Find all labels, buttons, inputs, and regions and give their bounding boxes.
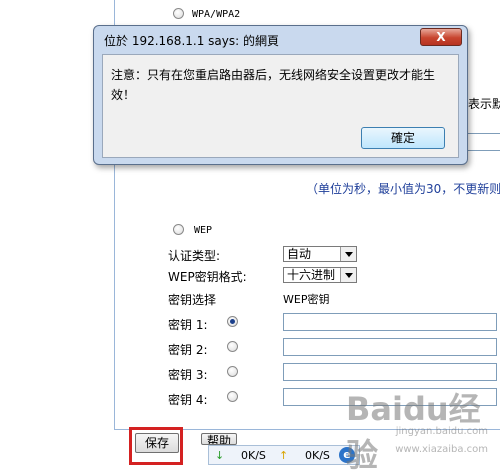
default-hint-text: 表示默认	[468, 97, 500, 111]
key-1-input[interactable]	[283, 313, 497, 331]
router-settings-page: WPA/WPA2 表示默认 （单位为秒，最小值为30，不更新则为 WEP 认证类…	[0, 0, 500, 474]
chevron-down-icon	[340, 247, 356, 261]
upload-speed: 0K/S	[305, 449, 330, 462]
save-button-highlight	[129, 427, 183, 465]
interval-hint: （单位为秒，最小值为30，不更新则为	[306, 182, 500, 196]
key-2-input[interactable]	[283, 338, 497, 356]
auth-type-label: 认证类型:	[168, 249, 221, 263]
auth-type-value: 自动	[287, 247, 312, 261]
dialog-title: 位於 192.168.1.1 says: 的網頁	[104, 34, 279, 48]
key-2-label: 密钥 2:	[168, 343, 208, 357]
wep-label: WEP	[194, 225, 213, 236]
dialog-message: 注意：只有在您重启路由器后，无线网络安全设置更改才能生效！	[111, 68, 436, 102]
watermark-sub2: www.xiazaiba.com	[395, 444, 488, 455]
alert-dialog: 位於 192.168.1.1 says: 的網頁 X 注意：只有在您重启路由器后…	[93, 25, 468, 165]
watermark-sub: jingyan.baidu.com	[395, 426, 488, 437]
key-3-radio[interactable]	[227, 366, 238, 377]
key-format-value: 十六进制	[287, 268, 336, 282]
wep-key-header: WEP密钥	[283, 293, 330, 306]
dialog-body: 注意：只有在您重启路由器后，无线网络安全设置更改才能生效！ 確定	[102, 54, 459, 158]
key-3-label: 密钥 3:	[168, 368, 208, 382]
download-speed: 0K/S	[241, 449, 266, 462]
watermark: Baidu经验 jingyan.baidu.com www.xiazaiba.c…	[346, 378, 496, 474]
upload-arrow-icon: ↑	[279, 449, 289, 462]
chevron-down-icon	[340, 268, 356, 282]
key-2-radio[interactable]	[227, 341, 238, 352]
key-1-radio[interactable]	[227, 316, 238, 327]
key-select-label: 密钥选择	[168, 293, 217, 307]
help-button[interactable]: 帮助	[201, 433, 237, 445]
key-format-label: WEP密钥格式:	[168, 270, 247, 284]
key-1-label: 密钥 1:	[168, 318, 208, 332]
wpa-radio[interactable]	[173, 8, 184, 19]
key-4-label: 密钥 4:	[168, 393, 208, 407]
close-button[interactable]: X	[420, 28, 462, 46]
wep-radio[interactable]	[173, 224, 184, 235]
download-arrow-icon: ↓	[215, 449, 225, 462]
wpa-label: WPA/WPA2	[192, 9, 241, 20]
ok-button[interactable]: 確定	[361, 127, 445, 149]
speed-statusbar: ↓ 0K/S ↑ 0K/S e	[208, 445, 360, 465]
key-format-select[interactable]: 十六进制	[283, 267, 357, 283]
key-4-radio[interactable]	[227, 391, 238, 402]
auth-type-select[interactable]: 自动	[283, 246, 357, 262]
